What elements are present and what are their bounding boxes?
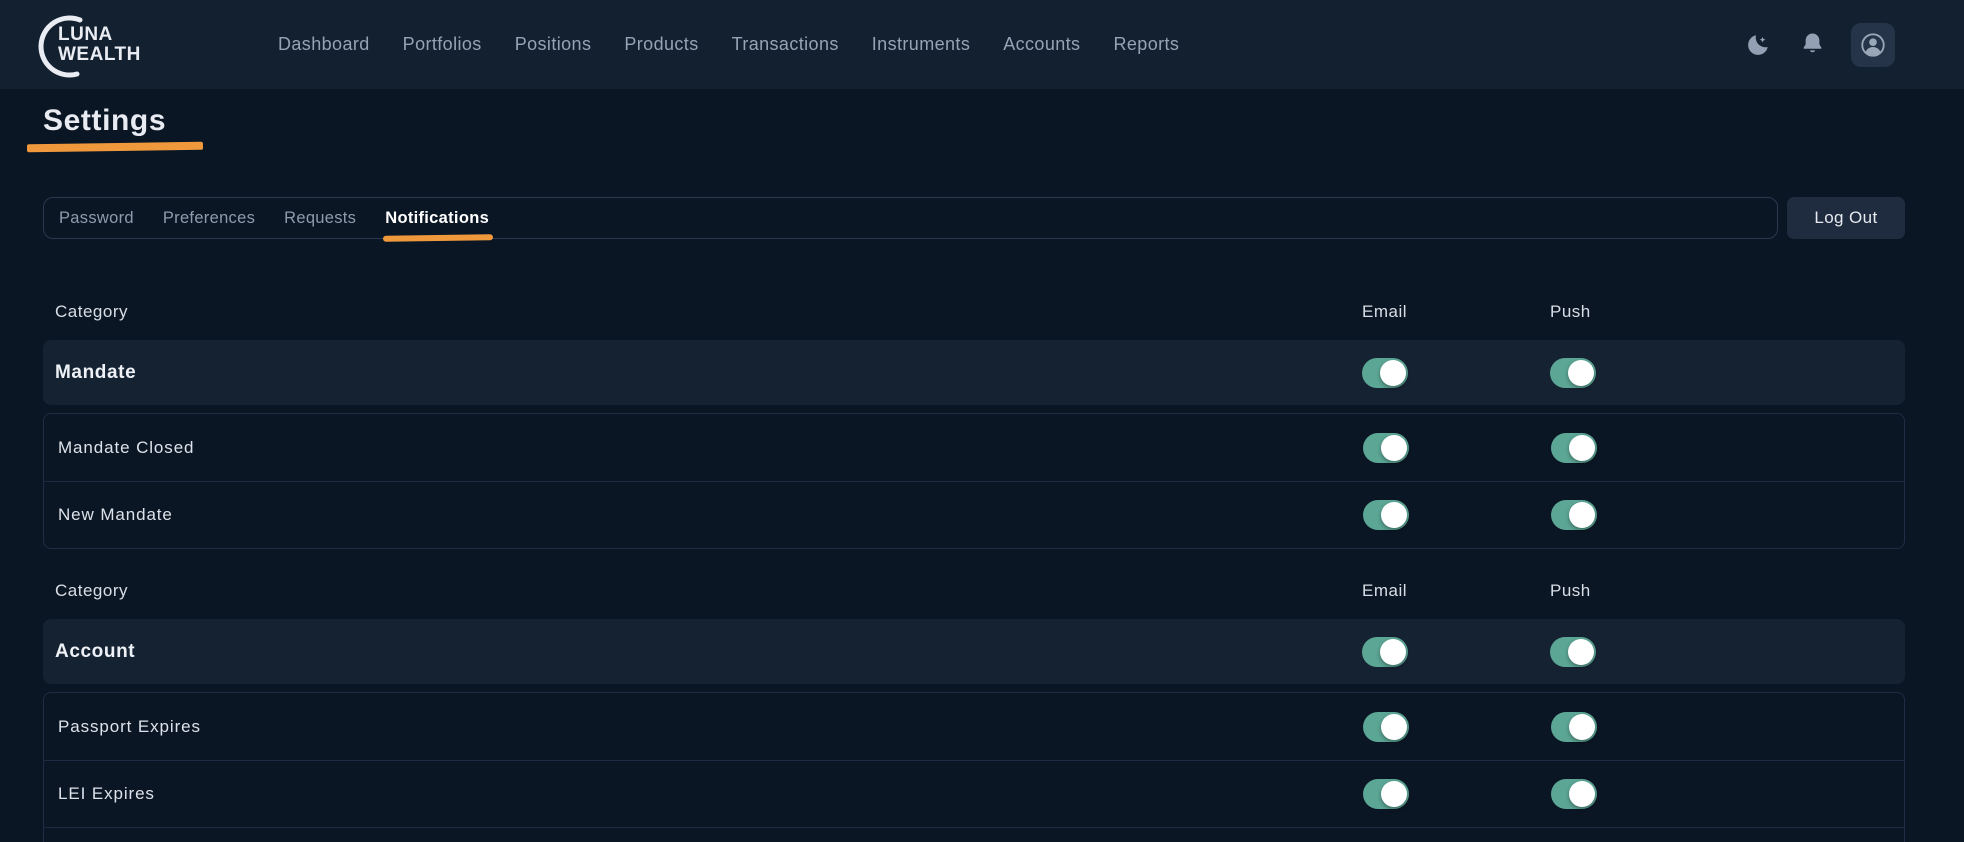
row-label: Mandate Closed (58, 438, 194, 458)
category-group-row-account: Account (43, 619, 1905, 684)
luna-wealth-logo[interactable]: LUNA WEALTH (30, 12, 190, 78)
category-column-header: Category (43, 581, 128, 601)
toggle-knob (1381, 781, 1407, 807)
topbar-actions (1743, 23, 1895, 67)
nav-item-reports[interactable]: Reports (1113, 34, 1179, 55)
tab-notifications-label: Notifications (385, 209, 489, 227)
log-out-button[interactable]: Log Out (1787, 197, 1905, 239)
email-column-header: Email (1362, 581, 1407, 601)
nav-item-accounts[interactable]: Accounts (1003, 34, 1080, 55)
logo-text: LUNA WEALTH (58, 25, 141, 65)
toggle-knob (1381, 714, 1407, 740)
group-label: Account (55, 641, 135, 663)
main-nav: Dashboard Portfolios Positions Products … (278, 34, 1179, 55)
nav-item-dashboard[interactable]: Dashboard (278, 34, 370, 55)
nav-item-positions[interactable]: Positions (515, 34, 592, 55)
email-toggle[interactable] (1363, 500, 1409, 530)
toggle-knob (1381, 435, 1407, 461)
user-avatar-icon (1859, 31, 1887, 59)
notifications-bell-icon[interactable] (1797, 30, 1827, 60)
title-accent-underline (27, 142, 203, 152)
push-toggle[interactable] (1551, 779, 1597, 809)
active-tab-underline (383, 234, 493, 242)
settings-tabs: Password Preferences Requests Notificati… (43, 197, 1778, 239)
push-toggle[interactable] (1551, 500, 1597, 530)
toggle-knob (1568, 639, 1594, 665)
email-toggle[interactable] (1363, 712, 1409, 742)
section-header: Category Email Push (43, 294, 1905, 330)
nav-item-products[interactable]: Products (624, 34, 698, 55)
toggle-knob (1381, 502, 1407, 528)
push-column-header: Push (1550, 302, 1591, 322)
toggle-knob (1569, 781, 1595, 807)
row-label: LEI Expires (58, 784, 155, 804)
toggle-knob (1569, 435, 1595, 461)
push-toggle[interactable] (1551, 433, 1597, 463)
notification-row-new-mandate: New Mandate (44, 481, 1904, 548)
toggle-knob (1380, 639, 1406, 665)
toggle-knob (1569, 502, 1595, 528)
dark-mode-moon-icon[interactable] (1743, 30, 1773, 60)
nav-item-instruments[interactable]: Instruments (872, 34, 970, 55)
toggle-knob (1568, 360, 1594, 386)
notification-rows-group: Mandate Closed New Mandate (43, 413, 1905, 549)
nav-item-transactions[interactable]: Transactions (732, 34, 839, 55)
toggle-knob (1569, 714, 1595, 740)
email-toggle[interactable] (1362, 637, 1408, 667)
email-column-header: Email (1362, 302, 1407, 322)
group-label: Mandate (55, 362, 136, 384)
push-toggle[interactable] (1550, 637, 1596, 667)
top-navigation-bar: LUNA WEALTH Dashboard Portfolios Positio… (0, 0, 1964, 89)
row-label: New Mandate (58, 505, 173, 525)
tab-password[interactable]: Password (59, 205, 134, 232)
email-toggle[interactable] (1363, 433, 1409, 463)
page-title: Settings (43, 103, 1905, 139)
toggle-knob (1380, 360, 1406, 386)
notification-row-passport-expires: Passport Expires (44, 693, 1904, 760)
push-toggle[interactable] (1550, 358, 1596, 388)
email-toggle[interactable] (1363, 779, 1409, 809)
notification-row-mandate-closed: Mandate Closed (44, 414, 1904, 481)
tab-requests[interactable]: Requests (284, 205, 356, 232)
category-group-row-mandate: Mandate (43, 340, 1905, 405)
notification-row-partially-visible (44, 827, 1904, 842)
email-toggle[interactable] (1362, 358, 1408, 388)
tabs-row: Password Preferences Requests Notificati… (43, 197, 1905, 239)
row-label: Passport Expires (58, 717, 201, 737)
push-toggle[interactable] (1551, 712, 1597, 742)
section-header: Category Email Push (43, 573, 1905, 609)
notification-rows-group: Passport Expires LEI Expires (43, 692, 1905, 842)
push-column-header: Push (1550, 581, 1591, 601)
settings-page: Settings Password Preferences Requests N… (0, 103, 1964, 842)
nav-item-portfolios[interactable]: Portfolios (403, 34, 482, 55)
tab-notifications[interactable]: Notifications (385, 205, 489, 232)
notification-row-lei-expires: LEI Expires (44, 760, 1904, 827)
category-column-header: Category (43, 302, 128, 322)
tab-preferences[interactable]: Preferences (163, 205, 255, 232)
user-avatar-button[interactable] (1851, 23, 1895, 67)
